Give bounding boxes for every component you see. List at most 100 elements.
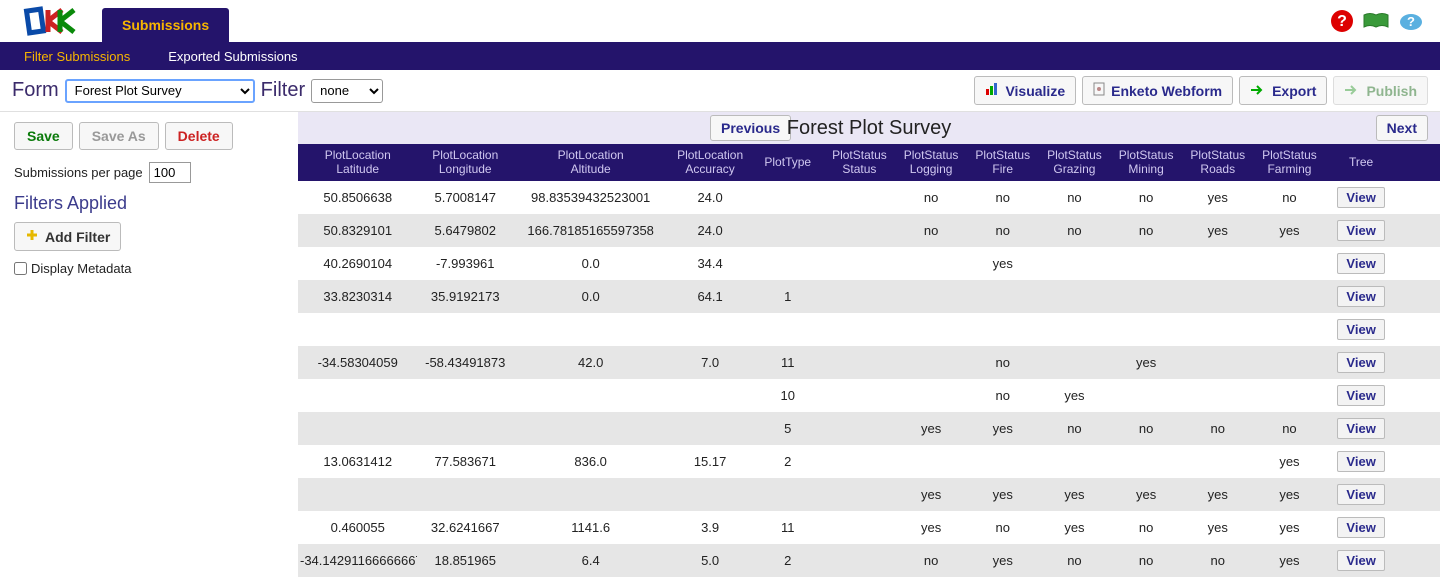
column-header[interactable]: PlotStatusStatus xyxy=(824,144,896,181)
form-select[interactable]: Forest Plot Survey xyxy=(65,79,255,103)
table-row: -34.1429116666666718.8519656.45.02noyesn… xyxy=(298,544,1440,577)
view-button[interactable]: View xyxy=(1337,451,1384,472)
cell xyxy=(895,313,967,346)
cell: 13.0631412 xyxy=(298,445,417,478)
view-button[interactable]: View xyxy=(1337,550,1384,571)
nav-filter-submissions[interactable]: Filter Submissions xyxy=(24,49,130,64)
display-metadata-checkbox[interactable] xyxy=(14,262,27,275)
view-button[interactable]: View xyxy=(1337,286,1384,307)
cell: -7.993961 xyxy=(417,247,513,280)
cell xyxy=(668,379,752,412)
view-button[interactable]: View xyxy=(1337,418,1384,439)
view-button[interactable]: View xyxy=(1337,187,1384,208)
cell: yes xyxy=(967,544,1039,577)
column-header[interactable]: PlotStatusLogging xyxy=(895,144,967,181)
view-button[interactable]: View xyxy=(1337,220,1384,241)
formbar: Form Forest Plot Survey Filter none Visu… xyxy=(0,70,1440,112)
cell xyxy=(1182,313,1254,346)
column-header[interactable]: Tree xyxy=(1325,144,1397,181)
cell: 77.583671 xyxy=(417,445,513,478)
column-header[interactable]: PlotStatusMining xyxy=(1110,144,1182,181)
topbar: Submissions ? ? xyxy=(0,0,1440,42)
cell: no xyxy=(1110,214,1182,247)
view-button[interactable]: View xyxy=(1337,385,1384,406)
cloud-icon[interactable]: ? xyxy=(1398,10,1424,35)
cell xyxy=(824,346,896,379)
cell xyxy=(824,511,896,544)
cell xyxy=(298,478,417,511)
cell xyxy=(1110,247,1182,280)
column-header[interactable]: PlotType xyxy=(752,144,824,181)
cell xyxy=(1182,379,1254,412)
cell xyxy=(513,412,668,445)
cell: 1141.6 xyxy=(513,511,668,544)
column-header[interactable]: PlotStatusRoads xyxy=(1182,144,1254,181)
cell xyxy=(1254,346,1326,379)
cell: 24.0 xyxy=(668,181,752,214)
cell xyxy=(824,379,896,412)
cell xyxy=(298,379,417,412)
column-header[interactable]: PlotLocationAltitude xyxy=(513,144,668,181)
cell: 6.4 xyxy=(513,544,668,577)
save-button[interactable]: Save xyxy=(14,122,73,150)
filters-applied-heading: Filters Applied xyxy=(14,193,284,214)
cell: 3.9 xyxy=(668,511,752,544)
column-header[interactable]: PlotStatusFarming xyxy=(1254,144,1326,181)
cell: 0.460055 xyxy=(298,511,417,544)
visualize-button[interactable]: Visualize xyxy=(974,76,1076,105)
cell xyxy=(1182,247,1254,280)
cell xyxy=(752,247,824,280)
nav-exported-submissions[interactable]: Exported Submissions xyxy=(168,49,297,64)
cell: yes xyxy=(1254,544,1326,577)
view-button[interactable]: View xyxy=(1337,517,1384,538)
cell: yes xyxy=(1254,445,1326,478)
table-title: Forest Plot Survey xyxy=(787,117,952,140)
delete-button[interactable]: Delete xyxy=(165,122,233,150)
help-icon[interactable]: ? xyxy=(1330,9,1354,36)
save-as-button[interactable]: Save As xyxy=(79,122,159,150)
column-header[interactable]: PlotLocationLongitude xyxy=(417,144,513,181)
cell xyxy=(1254,280,1326,313)
cell xyxy=(668,313,752,346)
cell xyxy=(752,478,824,511)
table-header-bar: Previous Forest Plot Survey Next xyxy=(298,112,1440,144)
cell: no xyxy=(1039,544,1111,577)
cell xyxy=(895,280,967,313)
cell: no xyxy=(1110,544,1182,577)
next-button[interactable]: Next xyxy=(1376,115,1428,141)
cell xyxy=(513,313,668,346)
cell: 11 xyxy=(752,511,824,544)
cell: yes xyxy=(1182,478,1254,511)
view-button[interactable]: View xyxy=(1337,484,1384,505)
cell: no xyxy=(1039,412,1111,445)
export-button[interactable]: Export xyxy=(1239,76,1327,105)
table-row: 33.823031435.91921730.064.11View xyxy=(298,280,1440,313)
filter-select[interactable]: none xyxy=(311,79,383,103)
cell xyxy=(1039,445,1111,478)
cell: 24.0 xyxy=(668,214,752,247)
cell: yes xyxy=(967,478,1039,511)
book-icon[interactable] xyxy=(1362,11,1390,34)
view-button[interactable]: View xyxy=(1337,352,1384,373)
add-filter-button[interactable]: Add Filter xyxy=(14,222,121,251)
cell xyxy=(895,346,967,379)
subs-per-page-input[interactable] xyxy=(149,162,191,183)
publish-button[interactable]: Publish xyxy=(1333,76,1428,105)
cell: no xyxy=(1110,181,1182,214)
previous-button[interactable]: Previous xyxy=(710,115,791,141)
enketo-button[interactable]: Enketo Webform xyxy=(1082,76,1233,105)
column-header[interactable]: PlotStatusGrazing xyxy=(1039,144,1111,181)
cell xyxy=(895,379,967,412)
view-button[interactable]: View xyxy=(1337,253,1384,274)
table-row: 50.85066385.700814798.8353943252300124.0… xyxy=(298,181,1440,214)
view-button[interactable]: View xyxy=(1337,319,1384,340)
tab-submissions[interactable]: Submissions xyxy=(102,8,229,42)
column-header[interactable]: PlotLocationAccuracy xyxy=(668,144,752,181)
table-row: 13.063141277.583671836.015.172yesView xyxy=(298,445,1440,478)
column-header[interactable]: PlotStatusFire xyxy=(967,144,1039,181)
cell: 5.0 xyxy=(668,544,752,577)
cell xyxy=(752,181,824,214)
cell xyxy=(752,214,824,247)
cell: -34.14291166666667 xyxy=(298,544,417,577)
column-header[interactable]: PlotLocationLatitude xyxy=(298,144,417,181)
